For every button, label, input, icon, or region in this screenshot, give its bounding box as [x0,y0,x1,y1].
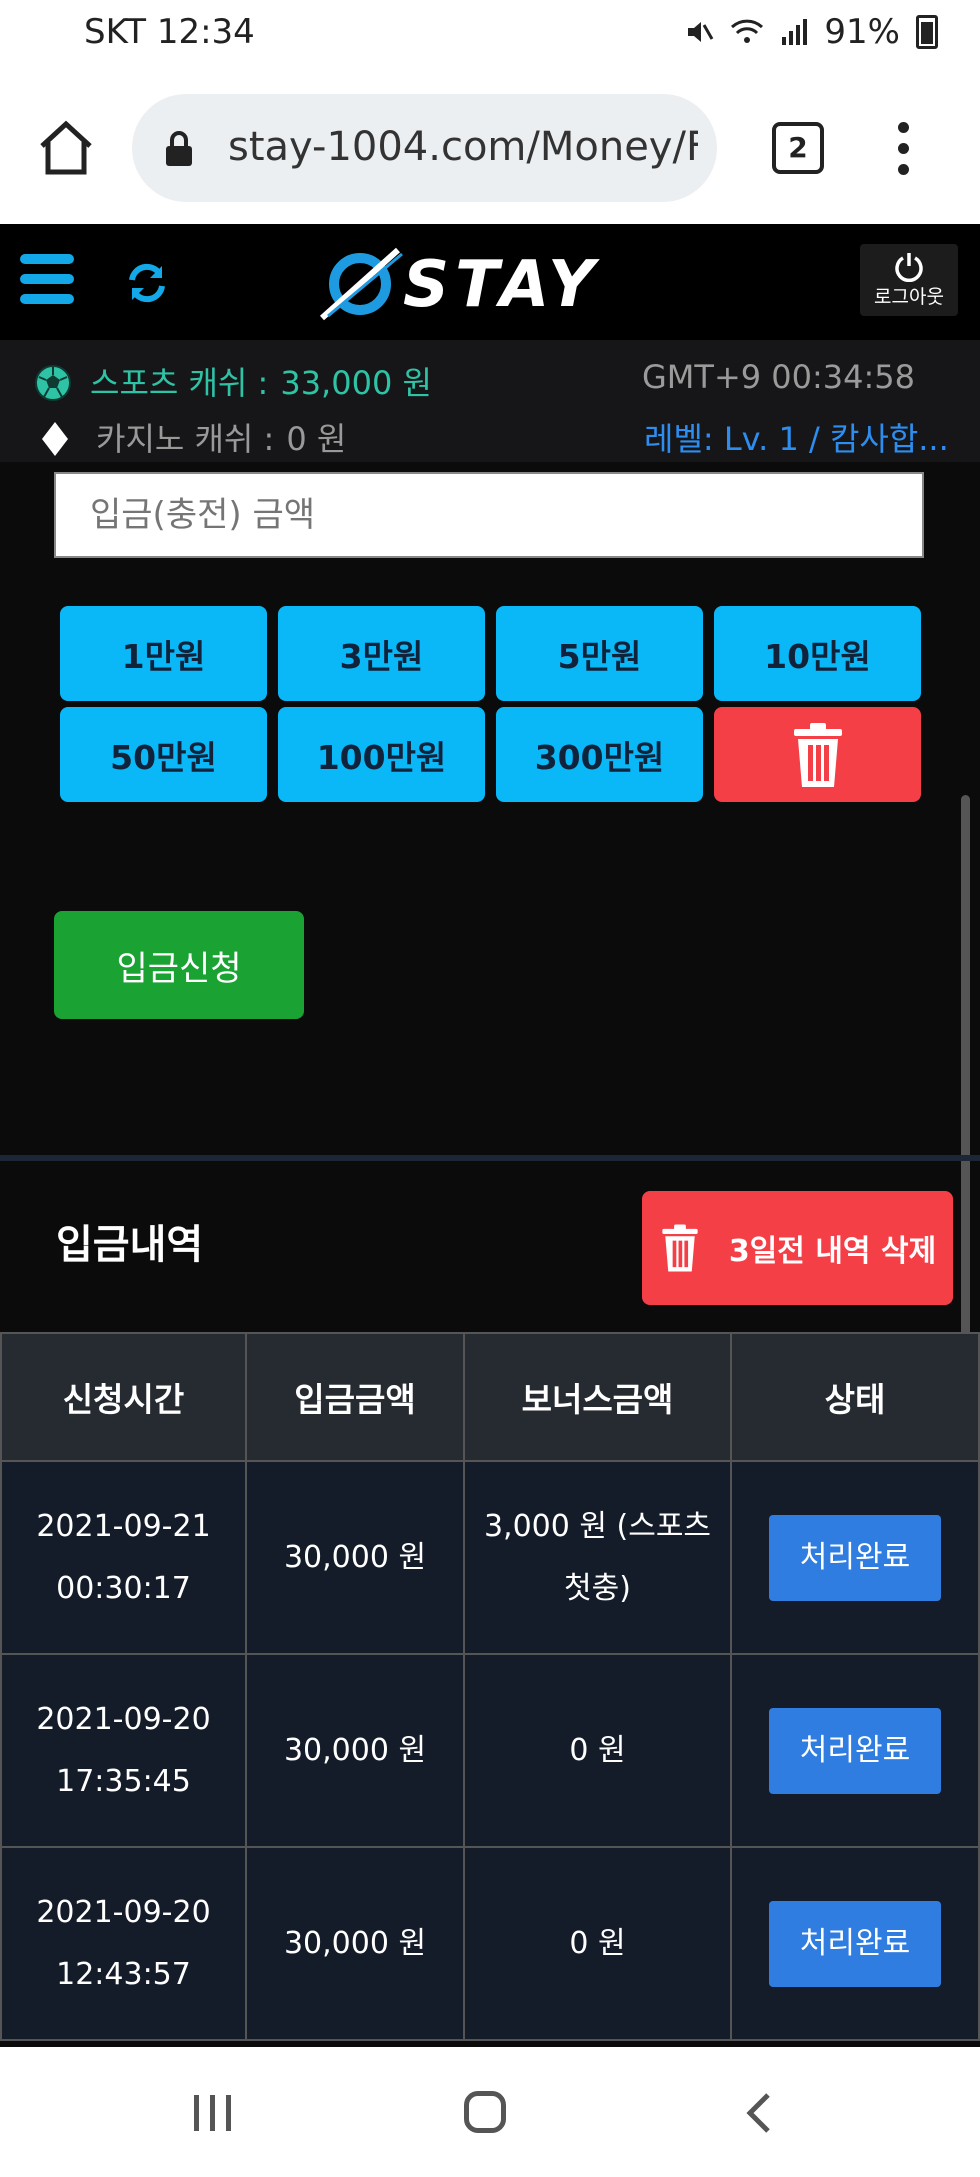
table-cell-bonus: 0 원 [463,1653,732,1848]
trash-icon [793,722,842,787]
amount-500k-button[interactable]: 50만원 [60,707,267,802]
account-info-bar: 스포츠 캐쉬 : 33,000 원 카지노 캐쉬 : 0 원 GMT+9 00:34… [0,340,980,462]
battery-icon [916,15,938,49]
row-date: 2021-09-20 [36,1894,211,1930]
table-cell-status: 처리완료 [730,1460,980,1655]
browser-toolbar: stay-1004.com/Money/F 2 [0,72,980,224]
status-bar: SKT 12:34 91% [0,0,980,72]
table-cell-status: 처리완료 [730,1846,980,2041]
power-icon [895,253,923,282]
logo-ring-icon [319,247,403,321]
home-icon[interactable] [36,118,96,178]
amount-10k-button[interactable]: 1만원 [60,606,267,701]
sports-cash-label: 스포츠 캐쉬 : [90,364,269,402]
column-header: 상태 [730,1332,980,1462]
refresh-icon[interactable] [124,260,170,306]
column-header: 보너스금액 [463,1332,732,1462]
column-header: 입금금액 [245,1332,465,1462]
sports-cash-value: 33,000 원 [280,364,432,402]
casino-cash-label: 카지노 캐쉬 : [96,420,275,458]
delete-old-history-button[interactable]: 3일전 내역 삭제 [642,1191,953,1305]
table-cell-amount: 30,000 원 [245,1846,465,2041]
casino-cash-row: 카지노 캐쉬 : 0 원 [34,414,346,460]
battery-percent: 91% [824,12,900,52]
amount-1m-button[interactable]: 100만원 [278,707,485,802]
address-bar[interactable]: stay-1004.com/Money/F [132,94,717,202]
logo-text: STAY [403,248,601,322]
site-header: STAY 로그아웃 [0,224,980,340]
recent-apps-icon[interactable] [190,2093,236,2133]
wifi-icon [731,19,764,43]
clear-amount-button[interactable] [714,707,921,802]
sports-cash-row: 스포츠 캐쉬 : 33,000 원 [34,358,432,404]
logout-button[interactable]: 로그아웃 [860,244,958,316]
soccer-ball-icon [35,365,71,401]
status-badge[interactable]: 처리완료 [769,1707,941,1794]
system-nav-bar [0,2047,980,2177]
row-bonus-line2: 첫충) [564,1570,631,1606]
row-bonus-line1: 3,000 원 (스포츠 [483,1508,712,1544]
row-time: 00:30:17 [56,1570,191,1606]
signal-icon [782,19,808,45]
diamond-icon [42,422,68,456]
amount-30k-button[interactable]: 3만원 [278,606,485,701]
table-cell-time: 2021-09-21 00:30:17 [0,1460,247,1655]
level-link[interactable]: 레벨: Lv. 1 / 캄사합... [644,414,954,460]
more-menu-icon[interactable] [896,122,910,176]
casino-cash-value: 0 원 [286,420,347,458]
column-header: 신청시간 [0,1332,247,1462]
amount-3m-button[interactable]: 300만원 [496,707,703,802]
table-cell-time: 2021-09-20 12:43:57 [0,1846,247,2041]
table-cell-time: 2021-09-20 17:35:45 [0,1653,247,1848]
carrier-time: SKT 12:34 [84,12,255,52]
deposit-submit-button[interactable]: 입금신청 [54,911,304,1019]
mute-icon [688,22,714,42]
status-badge[interactable]: 처리완료 [769,1514,941,1601]
row-time: 17:35:45 [56,1763,191,1799]
url-text: stay-1004.com/Money/F [228,124,698,170]
nav-home-icon[interactable] [464,2091,506,2133]
table-cell-bonus: 0 원 [463,1846,732,2041]
table-cell-amount: 30,000 원 [245,1653,465,1848]
table-cell-bonus: 3,000 원 (스포츠첫충) [463,1460,732,1655]
site-logo[interactable]: STAY [318,244,668,324]
deposit-amount-input[interactable] [54,472,924,558]
trash-icon [662,1224,698,1272]
amount-100k-button[interactable]: 10만원 [714,606,921,701]
hamburger-menu-icon[interactable] [20,254,74,306]
history-title: 입금내역 [56,1222,204,1268]
status-icons: 91% [684,12,938,52]
table-cell-status: 처리완료 [730,1653,980,1848]
server-time: GMT+9 00:34:58 [642,358,916,396]
back-icon[interactable] [744,2091,772,2135]
row-time: 12:43:57 [56,1956,191,1992]
table-cell-amount: 30,000 원 [245,1460,465,1655]
tab-switcher-button[interactable]: 2 [772,122,824,174]
row-date: 2021-09-21 [36,1508,211,1544]
lock-icon [166,131,192,166]
section-divider [0,1155,980,1161]
delete-old-history-label: 3일전 내역 삭제 [728,1234,937,1269]
status-badge[interactable]: 처리완료 [769,1900,941,1987]
amount-50k-button[interactable]: 5만원 [496,606,703,701]
logout-label: 로그아웃 [874,286,944,308]
row-date: 2021-09-20 [36,1701,211,1737]
